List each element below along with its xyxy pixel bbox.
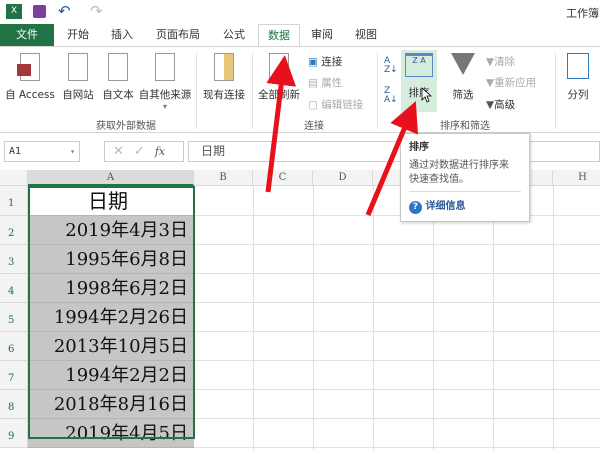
red-arrow-sort	[365, 101, 419, 216]
annotation-arrows	[265, 55, 433, 216]
mouse-cursor-icon	[421, 87, 433, 103]
red-arrow-refresh	[265, 55, 297, 193]
